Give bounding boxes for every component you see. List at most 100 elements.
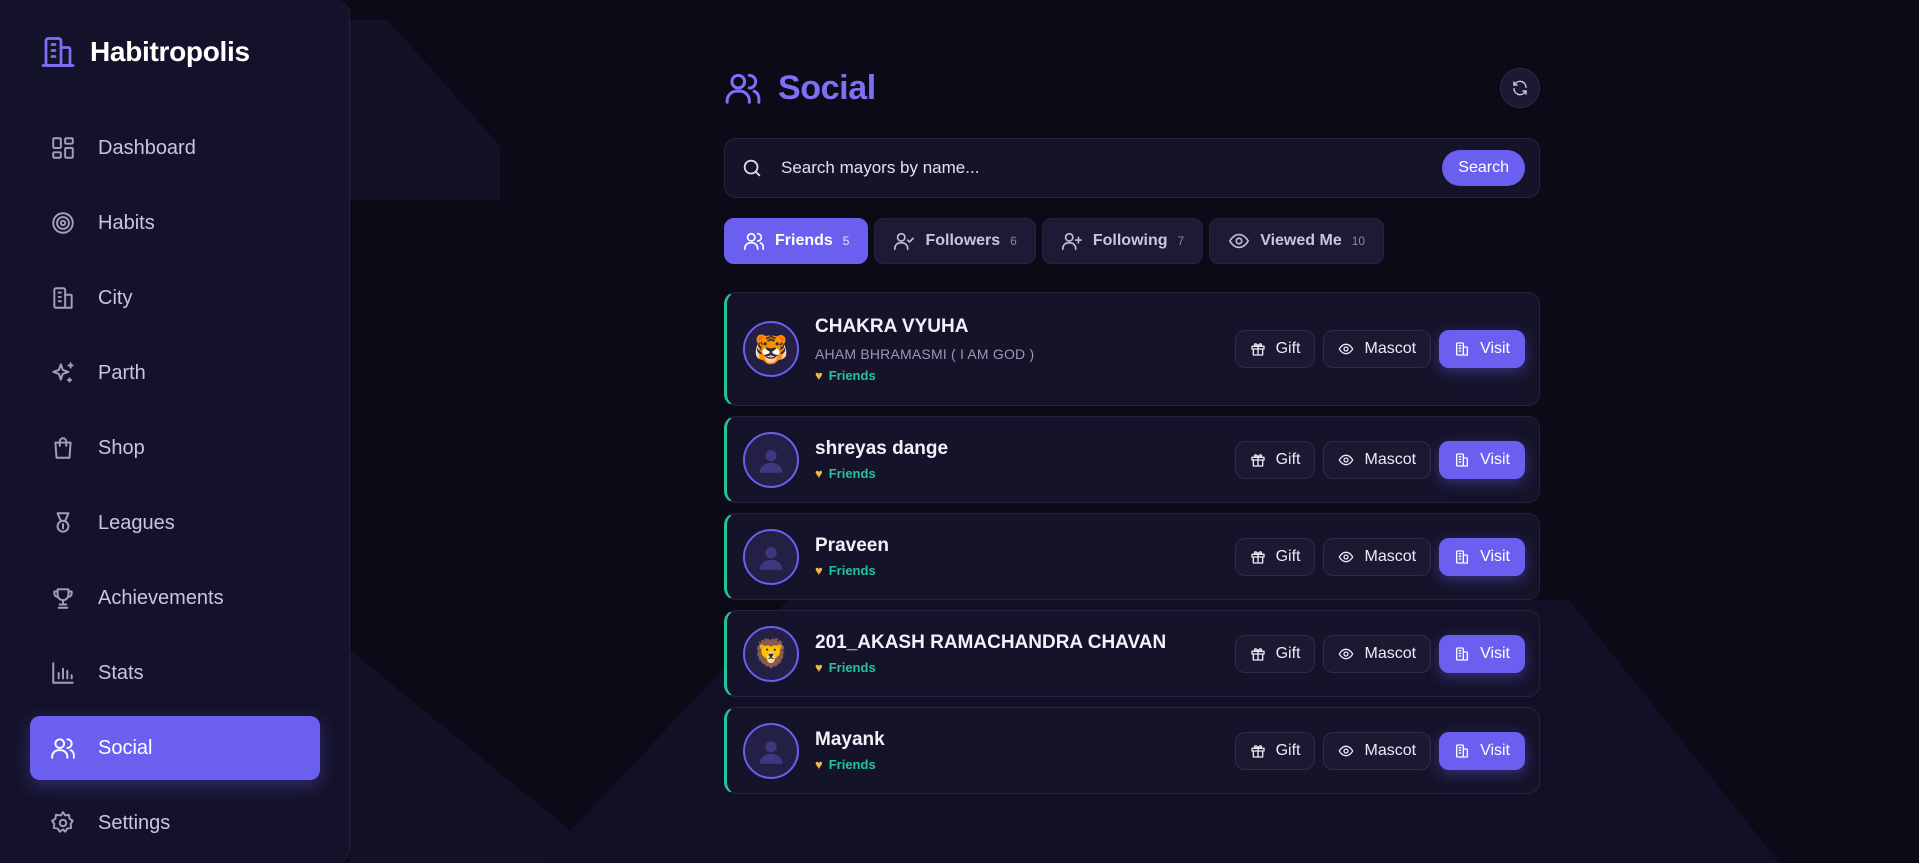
sidebar-item-label: Parth — [98, 361, 146, 384]
refresh-button[interactable] — [1500, 68, 1540, 108]
sidebar-item-dashboard[interactable]: Dashboard — [30, 116, 320, 180]
button-label: Gift — [1275, 450, 1301, 468]
avatar[interactable] — [743, 528, 799, 585]
sidebar-item-achievements[interactable]: Achievements — [30, 566, 320, 630]
tab-count: 5 — [842, 234, 850, 248]
status-label: Friends — [828, 563, 876, 578]
sidebar-item-habits[interactable]: Habits — [30, 191, 320, 255]
sidebar-item-stats[interactable]: Stats — [30, 641, 320, 705]
medal-icon — [56, 512, 70, 533]
sidebar-item-label: Achievements — [98, 586, 224, 609]
users-icon — [51, 738, 75, 759]
sidebar-item-label: Social — [98, 736, 153, 759]
tab-label: Viewed Me — [1260, 232, 1342, 249]
friend-status: ♥ Friends — [815, 466, 1235, 481]
friend-name: shreyas dange — [815, 438, 949, 459]
friend-name: Mayank — [815, 729, 885, 750]
sidebar-item-shop[interactable]: Shop — [30, 416, 320, 480]
button-label: Gift — [1275, 741, 1301, 759]
status-label: Friends — [828, 367, 876, 383]
friend-actions: Gift Mascot Visit — [1234, 440, 1525, 479]
bar-chart-icon — [52, 662, 74, 684]
search-button[interactable]: Search — [1442, 150, 1525, 186]
avatar[interactable]: 🐯 — [743, 321, 799, 377]
page-header: Social — [724, 66, 1540, 110]
gift-icon — [1250, 453, 1265, 467]
avatar[interactable] — [743, 431, 799, 488]
friend-actions: Gift Mascot Visit — [1234, 330, 1525, 368]
eye-icon — [1229, 233, 1250, 249]
brand-logo[interactable]: Habitropolis — [40, 34, 250, 70]
heart-icon: ♥ — [815, 367, 823, 383]
heart-icon: ♥ — [815, 757, 823, 772]
button-label: Visit — [1480, 450, 1510, 468]
avatar[interactable] — [743, 722, 799, 779]
sparkles-icon — [52, 362, 74, 383]
visit-button[interactable]: Visit — [1439, 440, 1525, 479]
avatar[interactable]: 🦁 — [743, 625, 799, 682]
friend-name: Praveen — [815, 535, 889, 556]
mascot-button[interactable]: Mascot — [1323, 634, 1432, 673]
button-label: Mascot — [1364, 450, 1417, 468]
building-icon — [1456, 342, 1469, 356]
gift-button[interactable]: Gift — [1234, 634, 1316, 673]
search-bar: Search — [724, 138, 1540, 198]
sidebar-item-settings[interactable]: Settings — [30, 791, 320, 855]
visit-button[interactable]: Visit — [1439, 330, 1525, 368]
friend-card: Praveen ♥ Friends Gift Mascot Visit — [724, 513, 1540, 600]
search-icon — [743, 159, 761, 177]
mascot-button[interactable]: Mascot — [1323, 440, 1432, 479]
mascot-button[interactable]: Mascot — [1323, 537, 1432, 576]
tab-viewed-me[interactable]: Viewed Me 10 — [1209, 218, 1385, 264]
sidebar-item-city[interactable]: City — [30, 266, 320, 330]
gift-button[interactable]: Gift — [1234, 731, 1316, 770]
friend-subtitle: AHAM BHRAMASMI ( I AM GOD ) — [815, 345, 1035, 362]
tab-count: 7 — [1177, 234, 1185, 248]
sidebar-item-leagues[interactable]: Leagues — [30, 491, 320, 555]
building-icon — [1456, 646, 1469, 661]
gift-icon — [1250, 550, 1265, 564]
tab-following[interactable]: Following 7 — [1041, 218, 1204, 264]
sidebar: Habitropolis Dashboard Habits City Parth… — [0, 0, 350, 863]
button-label: Gift — [1275, 340, 1301, 357]
sidebar-item-label: City — [98, 286, 133, 309]
search-input[interactable] — [781, 158, 1443, 178]
gift-button[interactable]: Gift — [1234, 440, 1316, 479]
status-label: Friends — [828, 757, 876, 772]
mascot-button[interactable]: Mascot — [1323, 731, 1432, 770]
friend-actions: Gift Mascot Visit — [1234, 537, 1525, 576]
sidebar-item-parth[interactable]: Parth — [30, 341, 320, 405]
visit-button[interactable]: Visit — [1439, 731, 1525, 770]
tab-friends[interactable]: Friends 5 — [724, 218, 869, 264]
button-label: Visit — [1480, 340, 1510, 357]
friend-name: 201_AKASH RAMACHANDRA CHAVAN — [815, 632, 1167, 653]
dashboard-icon — [52, 137, 74, 159]
friend-info: CHAKRA VYUHA AHAM BHRAMASMI ( I AM GOD )… — [815, 316, 1235, 383]
visit-button[interactable]: Visit — [1439, 537, 1525, 576]
visit-button[interactable]: Visit — [1439, 634, 1525, 673]
friend-card: 🐯 CHAKRA VYUHA AHAM BHRAMASMI ( I AM GOD… — [724, 292, 1540, 406]
sidebar-item-social[interactable]: Social — [30, 716, 320, 780]
button-label: Visit — [1480, 644, 1510, 662]
gift-icon — [1250, 647, 1265, 661]
sidebar-nav: Dashboard Habits City Parth Shop Leagues… — [30, 116, 320, 863]
gift-button[interactable]: Gift — [1234, 330, 1316, 368]
tab-label: Friends — [775, 232, 833, 249]
sidebar-item-label: Settings — [98, 811, 171, 834]
friend-status: ♥ Friends — [815, 757, 1235, 772]
building-icon — [1456, 743, 1469, 758]
building-icon — [41, 37, 75, 67]
gift-icon — [1250, 343, 1265, 356]
users-icon — [725, 73, 761, 104]
sidebar-item-label: Habits — [98, 211, 155, 234]
building-icon — [53, 287, 73, 309]
tab-followers[interactable]: Followers 6 — [874, 218, 1036, 264]
gift-button[interactable]: Gift — [1234, 537, 1316, 576]
mascot-button[interactable]: Mascot — [1323, 330, 1432, 368]
heart-icon: ♥ — [815, 466, 823, 481]
friend-card: Mayank ♥ Friends Gift Mascot Visit — [724, 707, 1540, 794]
refresh-icon — [1513, 80, 1527, 96]
eye-icon — [1339, 745, 1354, 756]
social-tabs: Friends 5 Followers 6 Following 7 Viewed… — [724, 218, 1540, 264]
status-label: Friends — [828, 660, 876, 675]
